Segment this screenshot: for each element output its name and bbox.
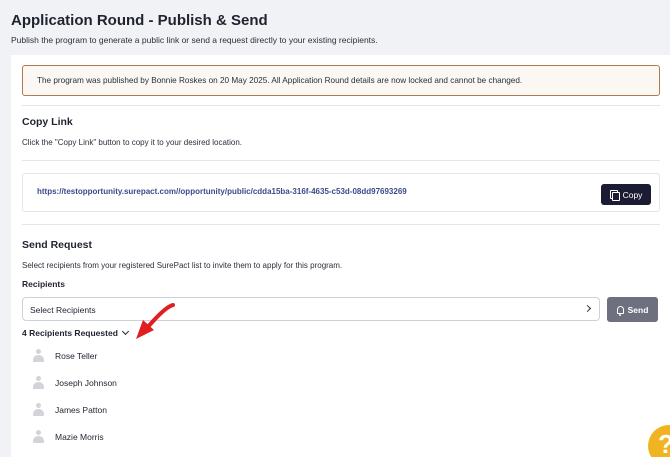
public-link-box: https://testopportunity.surepact.com//op… <box>22 173 660 212</box>
list-item: Rose Teller <box>33 349 97 362</box>
copy-link-title: Copy Link <box>22 116 73 128</box>
divider <box>22 224 660 225</box>
send-button[interactable]: Send <box>607 297 658 322</box>
list-item: James Patton <box>33 403 107 416</box>
chevron-right-icon <box>583 304 592 313</box>
person-icon <box>33 349 44 362</box>
divider <box>22 105 660 106</box>
locked-notice: The program was published by Bonnie Rosk… <box>22 65 660 96</box>
copy-link-description: Click the "Copy Link" button to copy it … <box>22 138 243 147</box>
send-button-label: Send <box>627 304 649 315</box>
person-icon <box>33 430 44 443</box>
recipients-requested-label: 4 Recipients Requested <box>22 328 118 338</box>
publish-card: The program was published by Bonnie Rosk… <box>11 55 670 457</box>
page-subtitle: Publish the program to generate a public… <box>11 35 378 45</box>
copy-icon <box>609 189 620 201</box>
recipient-name: Joseph Johnson <box>55 377 117 388</box>
copy-link-button[interactable]: Copy <box>601 184 651 205</box>
page-title: Application Round - Publish & Send <box>11 12 268 29</box>
recipient-name: Mazie Morris <box>55 431 104 442</box>
public-link-url[interactable]: https://testopportunity.surepact.com//op… <box>37 187 407 196</box>
recipient-name: Rose Teller <box>55 350 98 361</box>
list-item: Joseph Johnson <box>33 376 117 389</box>
person-icon <box>33 403 44 416</box>
copy-button-label: Copy <box>622 189 643 200</box>
bell-icon <box>616 305 624 316</box>
recipients-select-value: Select Recipients <box>30 305 96 315</box>
recipients-requested-toggle[interactable]: 4 Recipients Requested <box>22 327 129 338</box>
page-header: Application Round - Publish & Send Publi… <box>11 12 378 45</box>
send-request-title: Send Request <box>22 239 93 251</box>
red-arrow-annotation <box>136 303 175 339</box>
recipients-select[interactable]: Select Recipients <box>22 297 600 321</box>
send-request-description: Select recipients from your registered S… <box>22 261 343 270</box>
recipients-label: Recipients <box>22 279 65 289</box>
recipient-name: James Patton <box>55 404 107 415</box>
list-item: Mazie Morris <box>33 430 104 443</box>
person-icon <box>33 376 44 389</box>
divider <box>22 160 660 161</box>
chevron-down-icon <box>121 327 129 336</box>
